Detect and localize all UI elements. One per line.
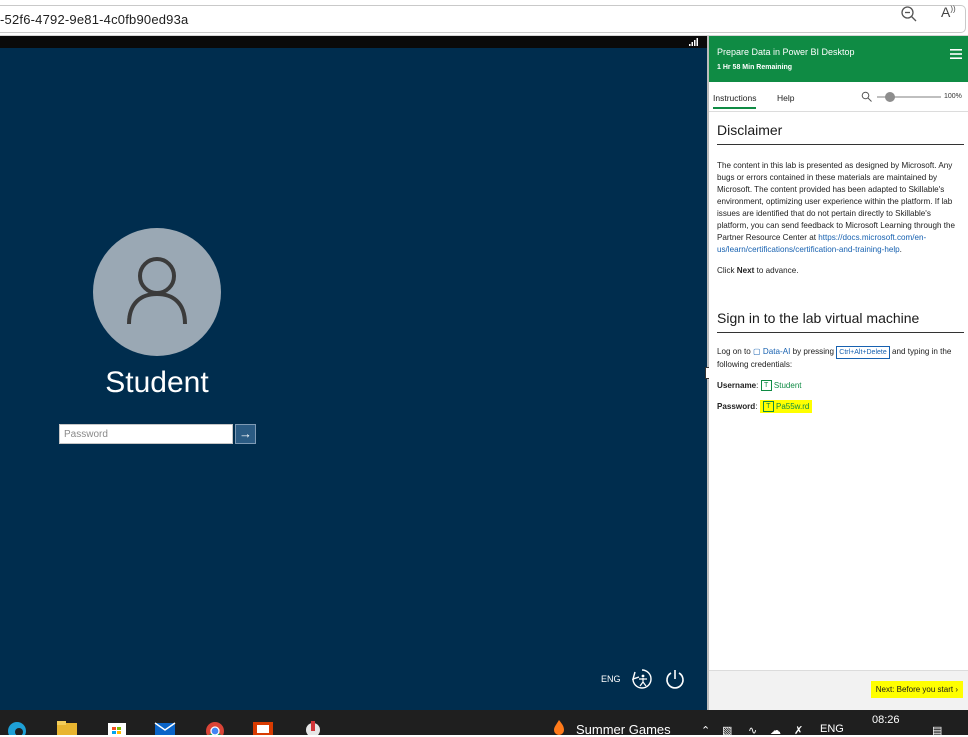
lab-panel: Prepare Data in Power BI Desktop 1 Hr 58… bbox=[709, 36, 968, 711]
taskbar-language[interactable]: ENG bbox=[820, 723, 844, 735]
username-label: Username bbox=[717, 381, 757, 390]
zoom-out-icon[interactable] bbox=[900, 5, 918, 23]
mail-icon[interactable] bbox=[154, 718, 176, 735]
type-text-icon[interactable]: T bbox=[762, 401, 774, 413]
disclaimer-text: The content in this lab is presented as … bbox=[717, 161, 956, 242]
store-icon[interactable] bbox=[106, 718, 128, 735]
logon-paragraph: Log on to ▢ Data-AI by pressing Ctrl+Alt… bbox=[717, 346, 964, 371]
username-line: Username: T Student bbox=[717, 380, 802, 392]
click-prefix: Click bbox=[717, 266, 737, 275]
arrow-right-icon: → bbox=[239, 426, 252, 441]
logon-mid: by pressing bbox=[790, 347, 837, 356]
click-suffix: to advance. bbox=[754, 266, 799, 275]
password-highlight: T Pa55w.rd bbox=[759, 400, 813, 413]
password-line: Password: T Pa55w.rd bbox=[717, 400, 964, 413]
zoom-slider-handle[interactable] bbox=[884, 92, 895, 102]
browser-address-bar: -52f6-4792-9e81-4c0fb90ed93a A)) bbox=[0, 0, 968, 36]
next-button[interactable]: Next: Before you start › bbox=[870, 681, 963, 698]
wifi-icon[interactable]: ∿ bbox=[748, 724, 757, 737]
logon-prefix: Log on to bbox=[717, 347, 754, 356]
chevron-right-icon: › bbox=[955, 685, 958, 694]
password-row: → bbox=[59, 424, 256, 446]
next-button-label: Next: Before you start bbox=[875, 685, 954, 694]
time-remaining: 1 Hr 58 Min Remaining bbox=[717, 64, 793, 71]
office-icon[interactable] bbox=[252, 718, 274, 735]
password-label: Password bbox=[717, 402, 756, 411]
file-explorer-icon[interactable] bbox=[56, 718, 78, 735]
vm-username: Student bbox=[105, 366, 209, 399]
signal-icon bbox=[689, 38, 698, 46]
clock-time[interactable]: 08:26 bbox=[872, 714, 900, 726]
user-icon bbox=[127, 257, 187, 325]
signin-heading: Sign in to the lab virtual machine bbox=[717, 310, 964, 333]
hamburger-menu-icon[interactable] bbox=[950, 49, 962, 59]
ease-of-access-icon[interactable] bbox=[631, 668, 653, 690]
submit-button[interactable]: → bbox=[235, 424, 256, 444]
password-value[interactable]: Pa55w.rd bbox=[776, 402, 809, 411]
power-icon[interactable] bbox=[664, 668, 686, 690]
disclaimer-end: . bbox=[899, 245, 902, 254]
chevron-up-icon[interactable]: ⌃ bbox=[701, 724, 710, 737]
ctrl-alt-delete-button[interactable]: Ctrl+Alt+Delete bbox=[836, 346, 890, 359]
click-bold: Next bbox=[736, 266, 755, 275]
username-value[interactable]: Student bbox=[774, 381, 802, 390]
panel-footer: Next: Before you start › bbox=[709, 670, 968, 711]
vm-top-strip bbox=[0, 36, 707, 48]
taskbar: Summer Games ⌃ ▧ ∿ ☁ ✗ ENG 08:26 ▤ bbox=[0, 710, 968, 737]
speaker-muted-icon[interactable]: ✗ bbox=[794, 724, 803, 737]
vm-screen[interactable]: Student → ENG bbox=[0, 36, 707, 710]
zoom-percent: 100% bbox=[944, 93, 962, 100]
panel-tabs: Instructions Help 100% bbox=[709, 85, 968, 112]
type-text-icon[interactable]: T bbox=[760, 380, 772, 392]
app-icon[interactable] bbox=[302, 718, 324, 735]
instructions-content: Disclaimer The content in this lab is pr… bbox=[717, 122, 964, 413]
password-input[interactable] bbox=[59, 424, 233, 444]
url-text[interactable]: -52f6-4792-9e81-4c0fb90ed93a bbox=[0, 12, 188, 27]
onedrive-icon[interactable]: ☁ bbox=[770, 724, 781, 737]
weather-fire-icon[interactable] bbox=[548, 718, 570, 735]
magnifier-icon bbox=[861, 91, 872, 102]
user-avatar bbox=[93, 228, 221, 356]
vm-name-link[interactable]: Data-AI bbox=[763, 347, 790, 356]
disclaimer-heading: Disclaimer bbox=[717, 122, 964, 145]
disclaimer-paragraph: The content in this lab is presented as … bbox=[717, 160, 964, 256]
chrome-icon[interactable] bbox=[204, 718, 226, 735]
edge-icon[interactable] bbox=[6, 718, 28, 735]
read-aloud-icon[interactable]: A)) bbox=[941, 4, 956, 20]
tablet-icon[interactable]: ▧ bbox=[722, 724, 732, 737]
url-field[interactable]: -52f6-4792-9e81-4c0fb90ed93a bbox=[0, 5, 966, 33]
tab-instructions[interactable]: Instructions bbox=[713, 93, 757, 109]
click-next-paragraph: Click Next to advance. bbox=[717, 265, 964, 277]
notifications-icon[interactable]: ▤ bbox=[932, 724, 942, 737]
tab-help[interactable]: Help bbox=[777, 93, 794, 103]
panel-header: Prepare Data in Power BI Desktop 1 Hr 58… bbox=[709, 36, 968, 82]
vm-language[interactable]: ENG bbox=[601, 674, 621, 684]
monitor-icon: ▢ bbox=[753, 347, 761, 356]
lab-title: Prepare Data in Power BI Desktop bbox=[717, 47, 855, 57]
